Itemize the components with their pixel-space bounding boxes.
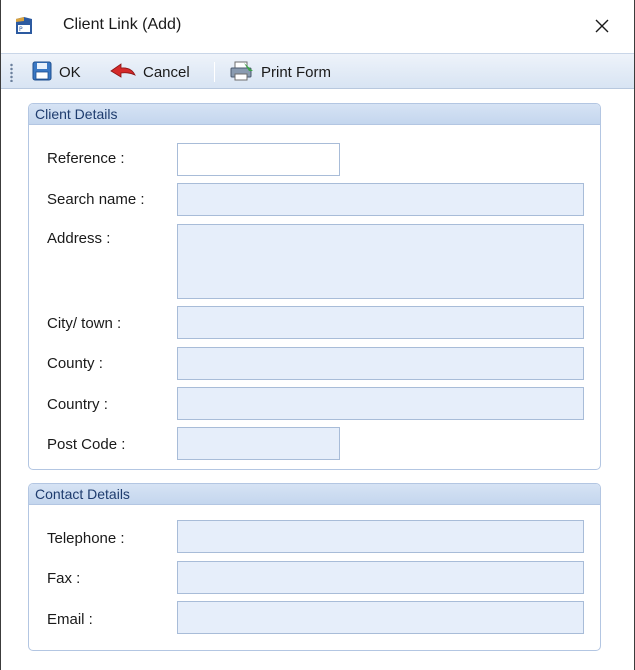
back-arrow-icon [109, 60, 137, 85]
print-form-icon [229, 60, 255, 85]
app-icon: P [14, 16, 34, 36]
cancel-button[interactable]: Cancel [109, 59, 190, 85]
contact-details-header: Contact Details [29, 484, 600, 505]
cancel-label: Cancel [143, 63, 190, 81]
close-icon[interactable] [588, 12, 616, 40]
toolbar-separator [214, 62, 215, 82]
search-name-input[interactable] [177, 183, 584, 216]
search-name-label: Search name : [47, 191, 145, 208]
reference-label: Reference : [47, 150, 125, 167]
post-code-input[interactable] [177, 427, 340, 460]
fax-label: Fax : [47, 570, 81, 587]
form-body: Client Details Reference : Search name :… [2, 90, 634, 670]
reference-input[interactable] [177, 143, 340, 176]
city-input[interactable] [177, 306, 584, 339]
email-label: Email : [47, 611, 93, 628]
window-title: Client Link (Add) [63, 16, 182, 33]
telephone-input[interactable] [177, 520, 584, 553]
ok-button[interactable]: OK [31, 59, 81, 85]
title-bar: P Client Link (Add) [1, 0, 634, 52]
address-label: Address : [47, 230, 111, 247]
ok-label: OK [59, 63, 81, 81]
client-details-header: Client Details [29, 104, 600, 125]
contact-details-title: Contact Details [35, 486, 130, 502]
save-disk-icon [31, 60, 53, 85]
toolbar-grip-icon[interactable] [10, 63, 13, 82]
email-input[interactable] [177, 601, 584, 634]
toolbar: OK Cancel Print Form [1, 53, 634, 89]
country-input[interactable] [177, 387, 584, 420]
county-label: County : [47, 355, 103, 372]
fax-input[interactable] [177, 561, 584, 594]
city-label: City/ town : [47, 315, 122, 332]
county-input[interactable] [177, 347, 584, 380]
address-input[interactable] [177, 224, 584, 299]
print-form-button[interactable]: Print Form [229, 59, 331, 85]
svg-text:P: P [19, 26, 23, 33]
print-form-label: Print Form [261, 63, 332, 81]
telephone-label: Telephone : [47, 530, 125, 547]
client-link-window: P Client Link (Add) OK Cancel Print Form… [0, 0, 635, 670]
client-details-title: Client Details [35, 106, 118, 122]
post-code-label: Post Code : [47, 436, 126, 453]
country-label: Country : [47, 396, 108, 413]
